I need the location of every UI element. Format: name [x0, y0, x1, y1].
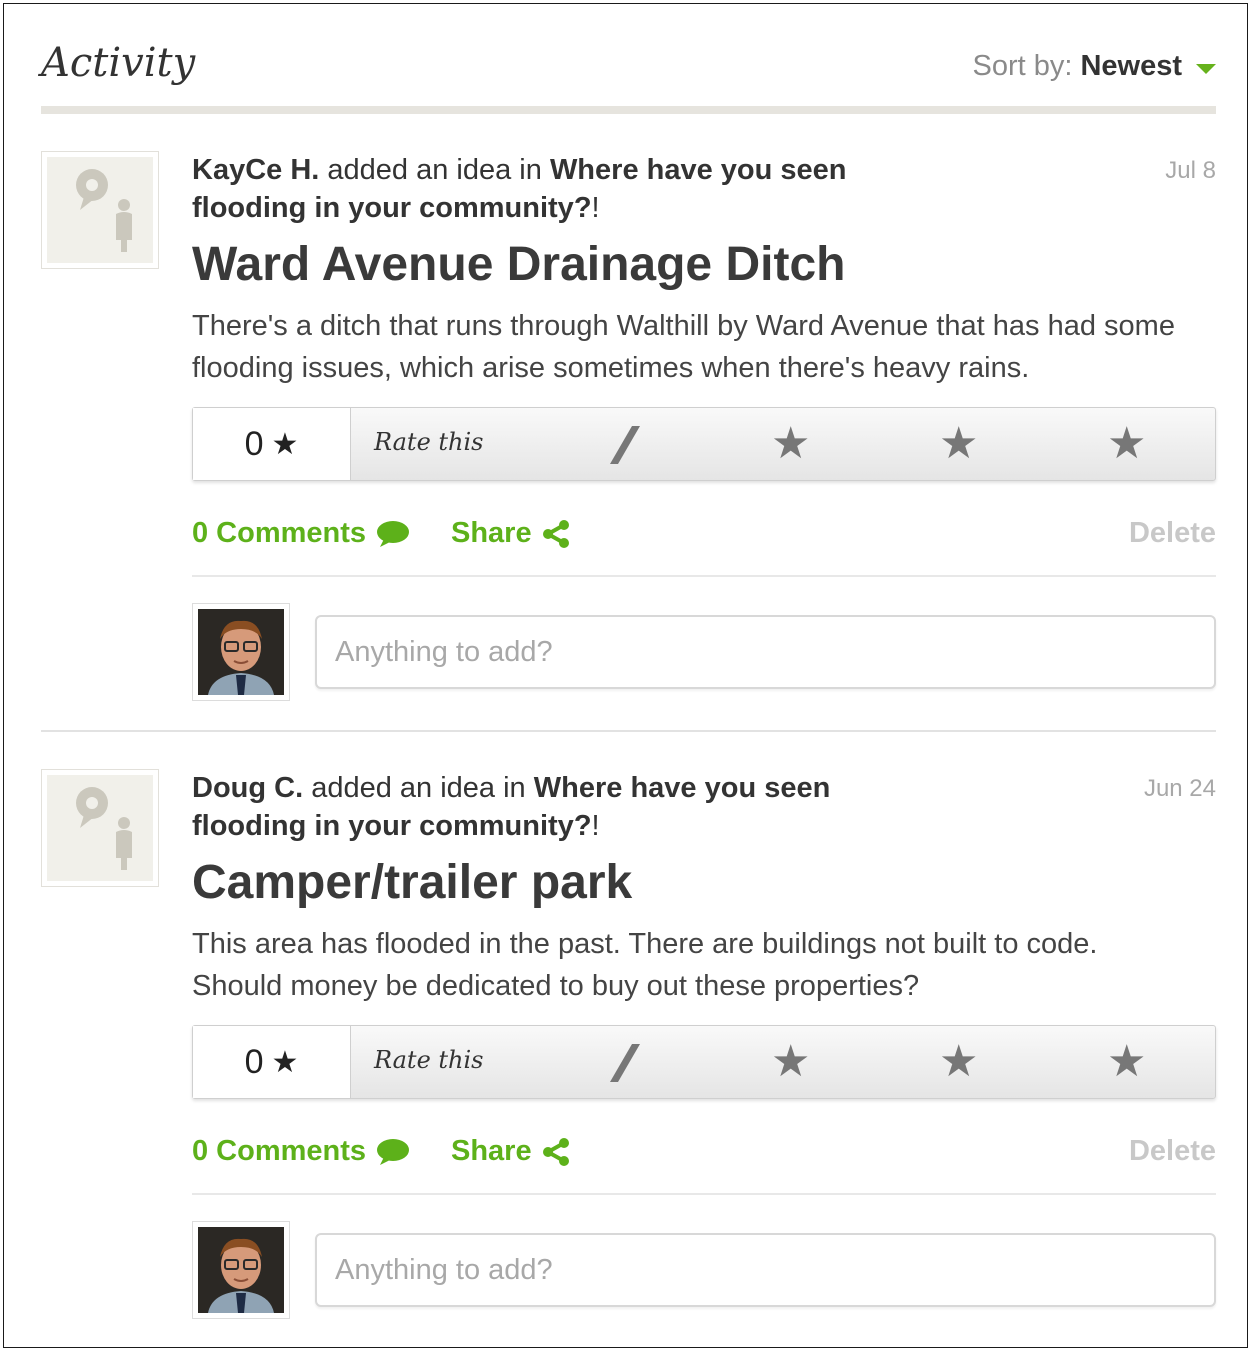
share-icon	[542, 519, 569, 548]
share-link[interactable]: Share	[451, 517, 570, 550]
author-name[interactable]: KayCe H.	[192, 154, 319, 186]
avatar	[192, 603, 290, 701]
rate-star-1[interactable]: ★	[771, 422, 810, 466]
activity-date: Jun 24	[1143, 775, 1216, 802]
topic-suffix: !	[591, 810, 600, 842]
comment-row	[192, 1221, 1216, 1319]
action-text: added an idea in	[311, 772, 526, 804]
caret-down-icon	[1196, 63, 1216, 74]
comments-label: 0 Comments	[192, 517, 367, 549]
actions-divider	[192, 1193, 1216, 1195]
rate-star-2[interactable]: ★	[939, 1040, 978, 1084]
share-link[interactable]: Share	[451, 1135, 570, 1168]
idea-title[interactable]: Camper/trailer park	[192, 855, 632, 910]
rating-score: 0 ★	[193, 408, 351, 480]
rating-score-value: 0	[244, 424, 264, 463]
comments-link[interactable]: 0 Comments	[192, 517, 410, 550]
user-photo-icon	[198, 609, 284, 695]
speech-bubble-icon	[377, 1138, 410, 1165]
share-icon	[542, 1137, 569, 1166]
comment-input[interactable]	[315, 1233, 1216, 1307]
actions-divider	[192, 575, 1216, 577]
author-name[interactable]: Doug C.	[192, 772, 303, 804]
rate-star-3[interactable]: ★	[1107, 422, 1146, 466]
sort-dropdown[interactable]: Sort by: Newest	[973, 50, 1216, 83]
action-text: added an idea in	[327, 154, 542, 186]
star-icon: ★	[271, 1045, 299, 1079]
idea-avatar	[41, 151, 159, 269]
idea-avatar	[41, 769, 159, 887]
star-icon: ★	[271, 427, 299, 461]
zero-rating-slash-icon[interactable]	[607, 424, 643, 466]
share-label: Share	[451, 1135, 532, 1167]
activity-actions: 0 Comments Share Delete	[192, 517, 1216, 557]
sort-value: Newest	[1080, 50, 1182, 82]
idea-description: This area has flooded in the past. There…	[192, 928, 1098, 1002]
rate-star-1[interactable]: ★	[771, 1040, 810, 1084]
avatar	[192, 1221, 290, 1319]
rate-this-label: Rate this	[374, 1046, 484, 1074]
rating-bar: 0 ★ Rate this ★ ★ ★	[192, 1025, 1216, 1099]
zero-rating-slash-icon[interactable]	[607, 1042, 643, 1084]
comment-input[interactable]	[315, 615, 1216, 689]
idea-title[interactable]: Ward Avenue Drainage Ditch	[192, 237, 845, 292]
comments-link[interactable]: 0 Comments	[192, 1135, 410, 1168]
activity-header: Activity Sort by: Newest	[41, 38, 1216, 98]
rate-this-label: Rate this	[374, 428, 484, 456]
rate-star-2[interactable]: ★	[939, 422, 978, 466]
delete-link[interactable]: Delete	[1129, 517, 1216, 550]
comment-row	[192, 603, 1216, 701]
rating-score: 0 ★	[193, 1026, 351, 1098]
user-photo-icon	[198, 1227, 284, 1313]
topic-suffix: !	[591, 192, 600, 224]
activity-separator	[41, 730, 1216, 732]
speech-bubble-icon	[377, 520, 410, 547]
page-title: Activity	[41, 40, 196, 86]
activity-meta: KayCe H. added an idea in Where have you…	[192, 151, 912, 227]
comments-label: 0 Comments	[192, 1135, 367, 1167]
idea-description: There's a ditch that runs through Walthi…	[192, 310, 1175, 384]
share-label: Share	[451, 517, 532, 549]
sort-label: Sort by:	[972, 50, 1073, 82]
activity-meta: Doug C. added an idea in Where have you …	[192, 769, 912, 845]
idea-person-icon	[76, 787, 132, 870]
rating-score-value: 0	[244, 1042, 264, 1081]
idea-person-icon	[76, 169, 132, 252]
delete-link[interactable]: Delete	[1129, 1135, 1216, 1168]
activity-actions: 0 Comments Share Delete	[192, 1135, 1216, 1175]
rate-star-3[interactable]: ★	[1107, 1040, 1146, 1084]
activity-date: Jul 8	[1165, 157, 1216, 184]
rating-bar: 0 ★ Rate this ★ ★ ★	[192, 407, 1216, 481]
header-divider	[41, 106, 1216, 114]
